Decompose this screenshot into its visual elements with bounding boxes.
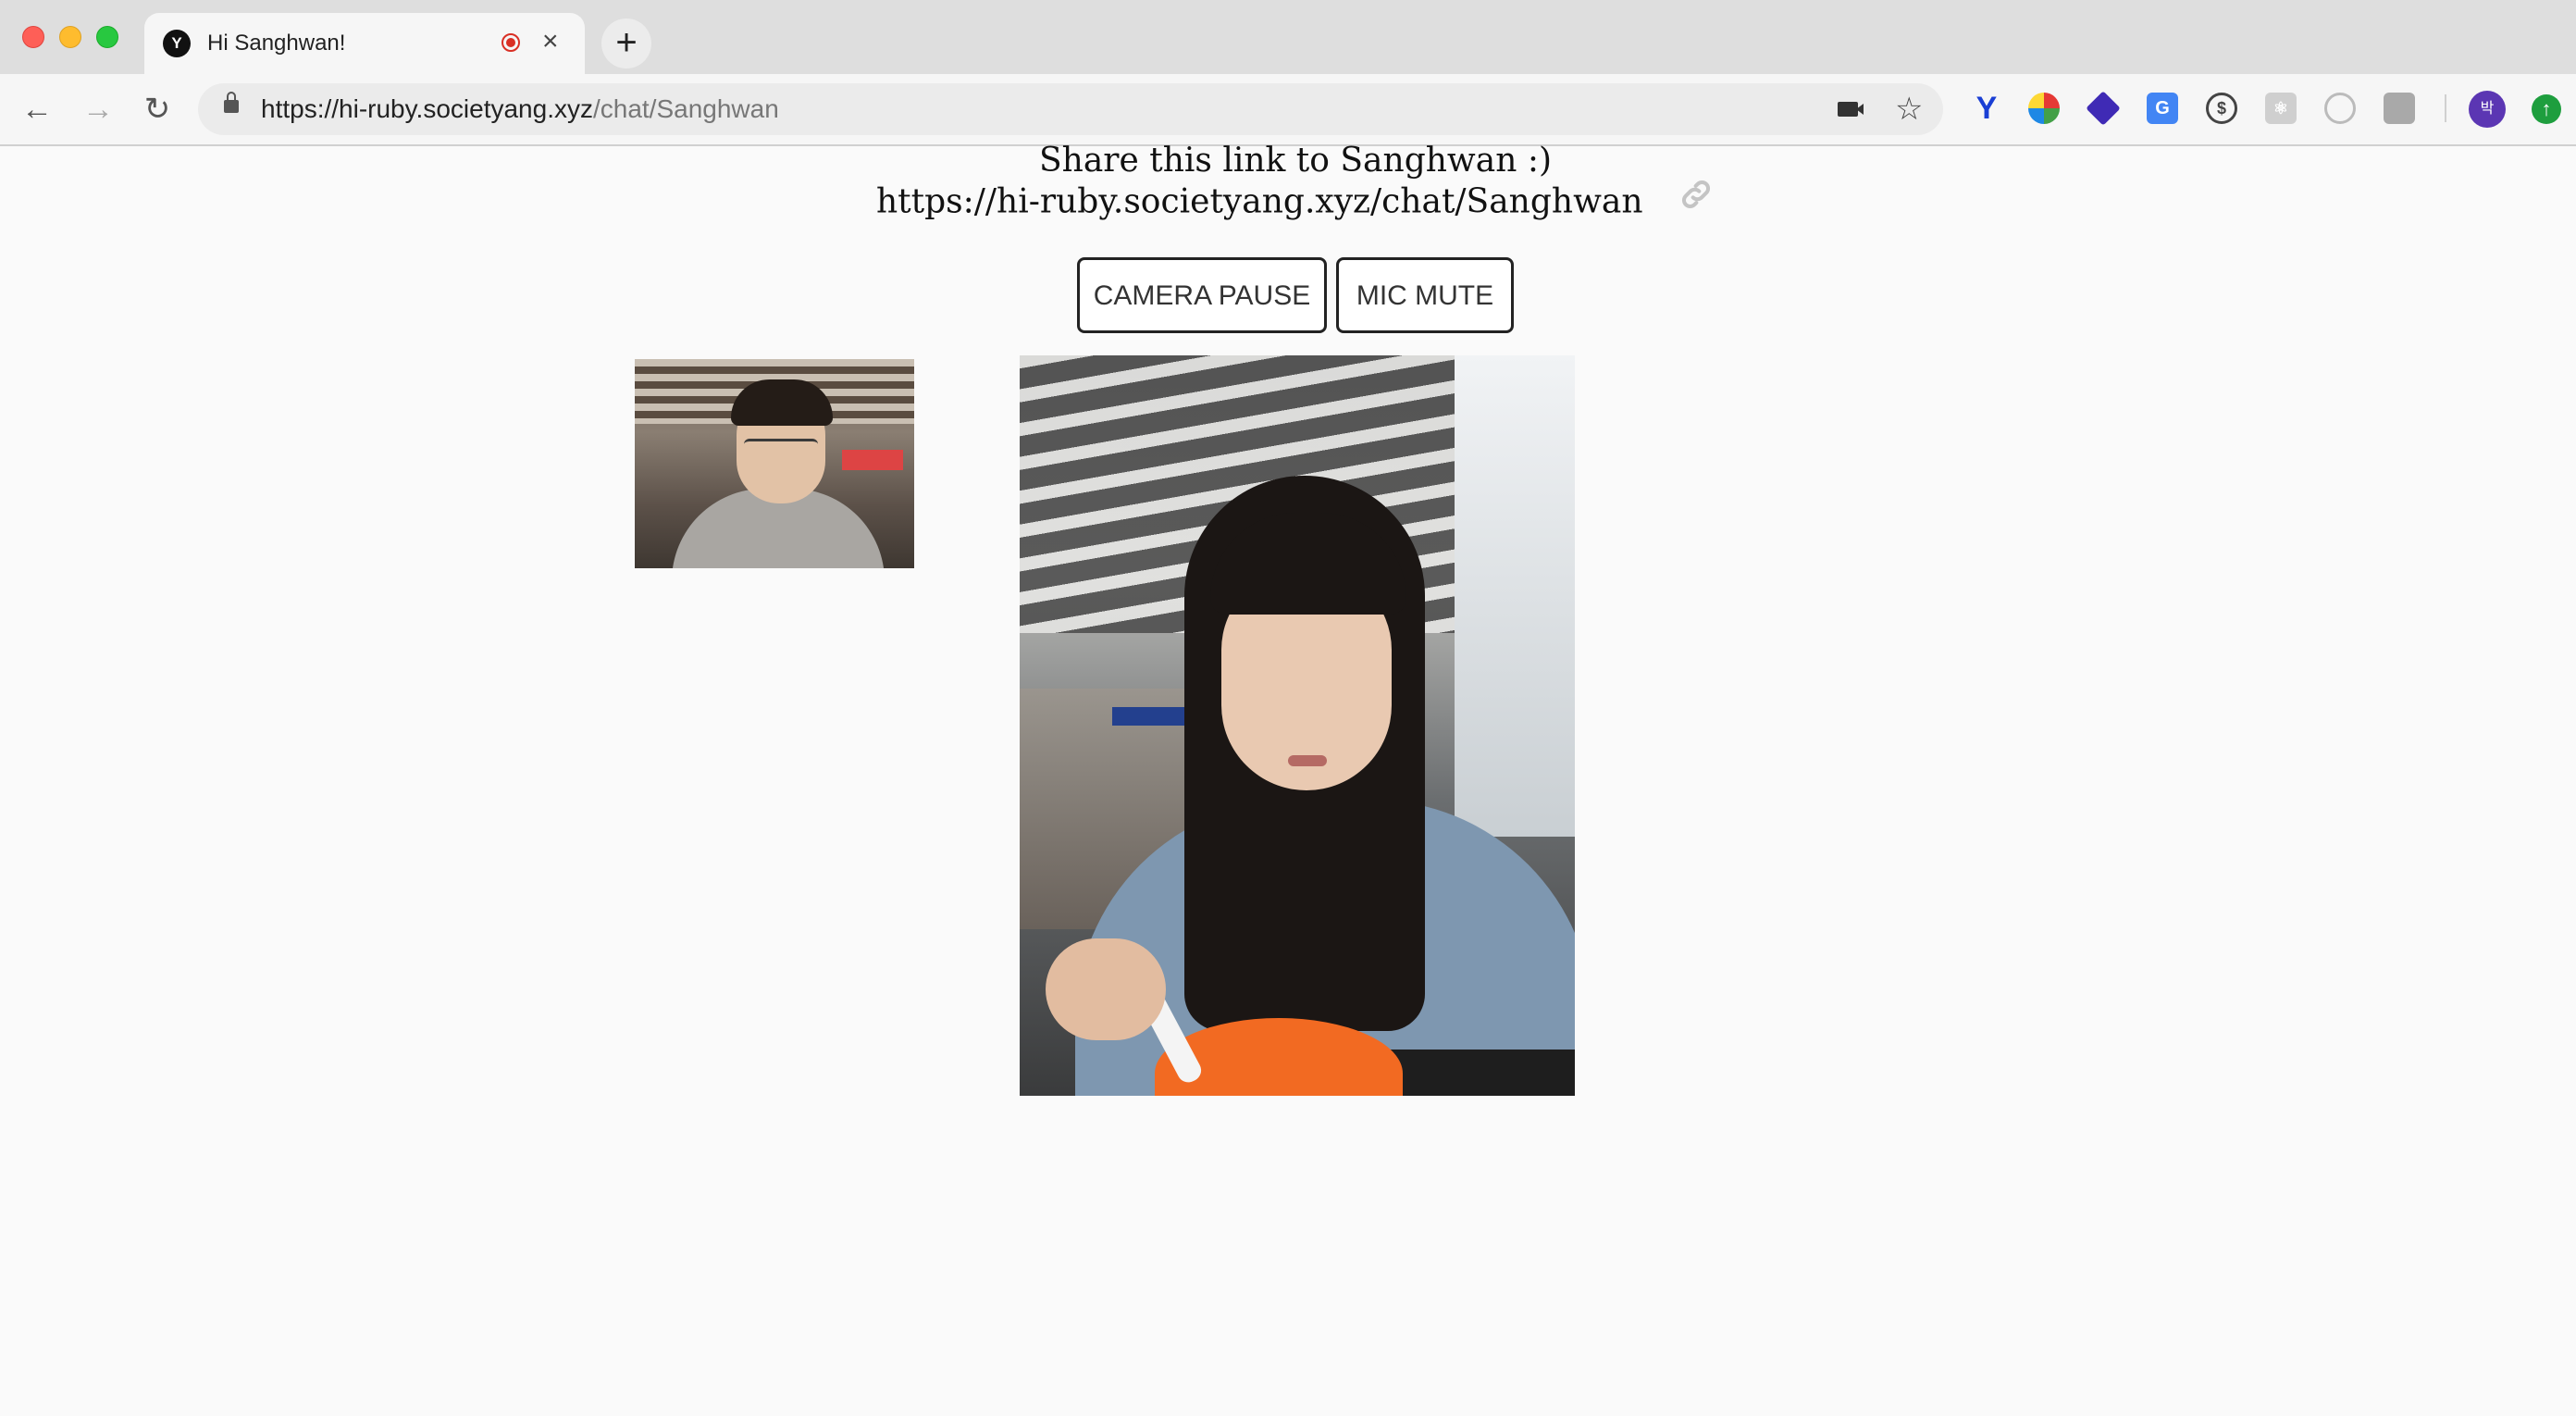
share-link-row: https://hi-ruby.societyang.xyz/chat/Sang… [0, 180, 2576, 229]
browser-toolbar: ← → ↻ https://hi-ruby.societyang.xyz/cha… [0, 74, 2576, 146]
window-close-button[interactable] [22, 26, 44, 48]
lock-icon[interactable] [224, 92, 239, 113]
update-icon[interactable]: ↑ [2532, 94, 2561, 124]
extension-y-icon[interactable]: Y [1971, 93, 2002, 124]
reload-icon[interactable]: ↻ [137, 89, 178, 130]
camera-icon[interactable] [1838, 102, 1864, 117]
favicon-icon: Y [163, 30, 191, 57]
extension-circle-icon[interactable] [2324, 93, 2356, 124]
browser-tab[interactable]: Y Hi Sanghwan! × [144, 13, 585, 74]
tab-close-icon[interactable]: × [542, 28, 559, 56]
url-host: https://hi-ruby.societyang.xyz [261, 94, 593, 123]
url-path: /chat/Sanghwan [592, 94, 779, 123]
forward-arrow-icon[interactable]: → [78, 89, 118, 130]
back-arrow-icon[interactable]: ← [17, 89, 57, 130]
remote-video-person-lips [1288, 755, 1327, 766]
url-text[interactable]: https://hi-ruby.societyang.xyz/chat/Sang… [261, 94, 779, 124]
remote-video-sign [1112, 707, 1195, 726]
camera-pause-button[interactable]: CAMERA PAUSE [1077, 257, 1327, 333]
extension-translate-icon[interactable]: G [2147, 93, 2178, 124]
extension-color-wheel-icon[interactable] [2028, 93, 2060, 124]
link-icon[interactable] [1678, 176, 1715, 225]
window-minimize-button[interactable] [59, 26, 81, 48]
mic-mute-button[interactable]: MIC MUTE [1336, 257, 1514, 333]
window-zoom-button[interactable] [96, 26, 118, 48]
remote-video-person-hand [1046, 938, 1166, 1040]
extension-dollar-icon[interactable]: $ [2206, 93, 2237, 124]
new-tab-button[interactable]: + [601, 19, 651, 68]
tab-bar: Y Hi Sanghwan! × + [0, 0, 2576, 74]
star-icon[interactable]: ☆ [1895, 91, 1923, 128]
local-video-person-glasses [744, 439, 818, 458]
local-video-person-hair [731, 379, 833, 426]
address-bar[interactable]: https://hi-ruby.societyang.xyz/chat/Sang… [198, 83, 1943, 135]
toolbar-divider [2445, 94, 2446, 122]
remote-video-window [1455, 355, 1575, 837]
profile-avatar[interactable]: 박 [2469, 91, 2506, 128]
tab-title: Hi Sanghwan! [207, 31, 346, 56]
extension-react-icon[interactable]: ⚛ [2265, 93, 2297, 124]
local-video [635, 359, 914, 568]
share-heading: Share this link to Sanghwan :) [1038, 142, 1553, 180]
recording-icon [502, 33, 520, 52]
remote-video [1020, 355, 1575, 1096]
extension-gray-icon[interactable] [2384, 93, 2415, 124]
share-link-text: https://hi-ruby.societyang.xyz/chat/Sang… [876, 182, 1643, 221]
local-video-signage [842, 450, 903, 470]
